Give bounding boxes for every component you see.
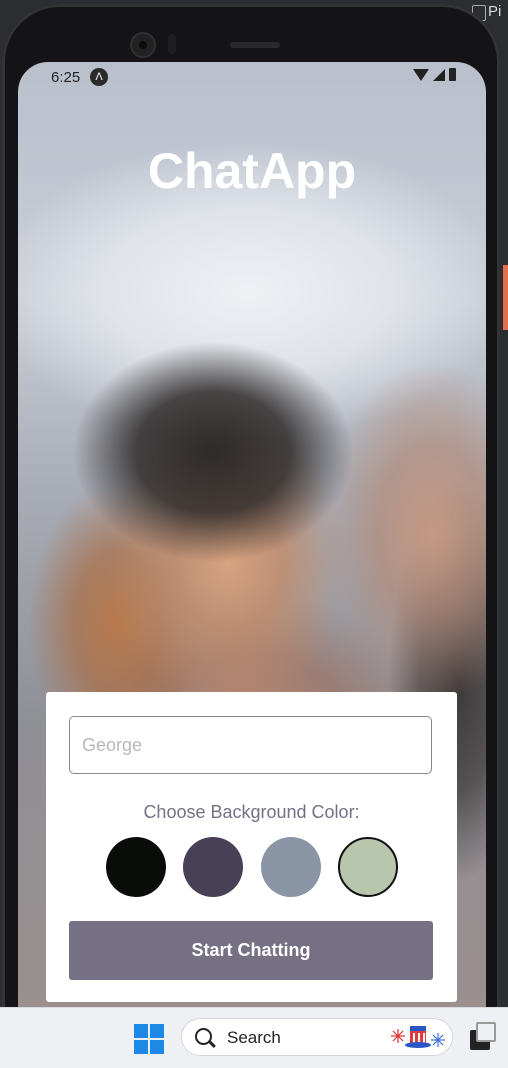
status-icons: [413, 68, 456, 81]
search-label: Search: [227, 1028, 281, 1047]
search-icon: [195, 1028, 212, 1045]
front-camera-icon: [130, 32, 156, 58]
color-swatches: [106, 837, 398, 897]
windows-taskbar: Search: [0, 1007, 508, 1068]
start-form-card: Choose Background Color: Start Chatting: [46, 692, 457, 1002]
proximity-sensor: [168, 34, 176, 54]
task-view-icon[interactable]: [470, 1022, 496, 1050]
color-swatch-gray-blue[interactable]: [261, 837, 321, 897]
app-title: ChatApp: [147, 143, 357, 199]
name-input[interactable]: [69, 716, 432, 774]
color-swatch-black[interactable]: [106, 837, 166, 897]
color-swatch-dark-purple[interactable]: [183, 837, 243, 897]
status-bar: 6:25 Λ: [18, 62, 486, 92]
app-screen: 6:25 Λ ChatApp Choose Background Color: …: [18, 62, 486, 1007]
desktop-accent-tab: [503, 265, 508, 330]
app-notification-icon: Λ: [90, 68, 108, 86]
desktop-window-title: Pi: [488, 3, 502, 20]
windows-start-icon[interactable]: [134, 1024, 164, 1054]
taskbar-search-box[interactable]: Search: [181, 1018, 453, 1056]
color-choice-label: Choose Background Color:: [143, 802, 360, 822]
signal-icon: [433, 68, 445, 81]
battery-icon: [449, 68, 456, 81]
wifi-icon: [413, 68, 429, 81]
holiday-hat-icon: [391, 1026, 445, 1048]
color-swatch-sage-green[interactable]: [338, 837, 398, 897]
status-time: 6:25: [51, 69, 81, 86]
start-chatting-button[interactable]: Start Chatting: [69, 921, 433, 980]
earpiece-speaker: [230, 42, 280, 48]
